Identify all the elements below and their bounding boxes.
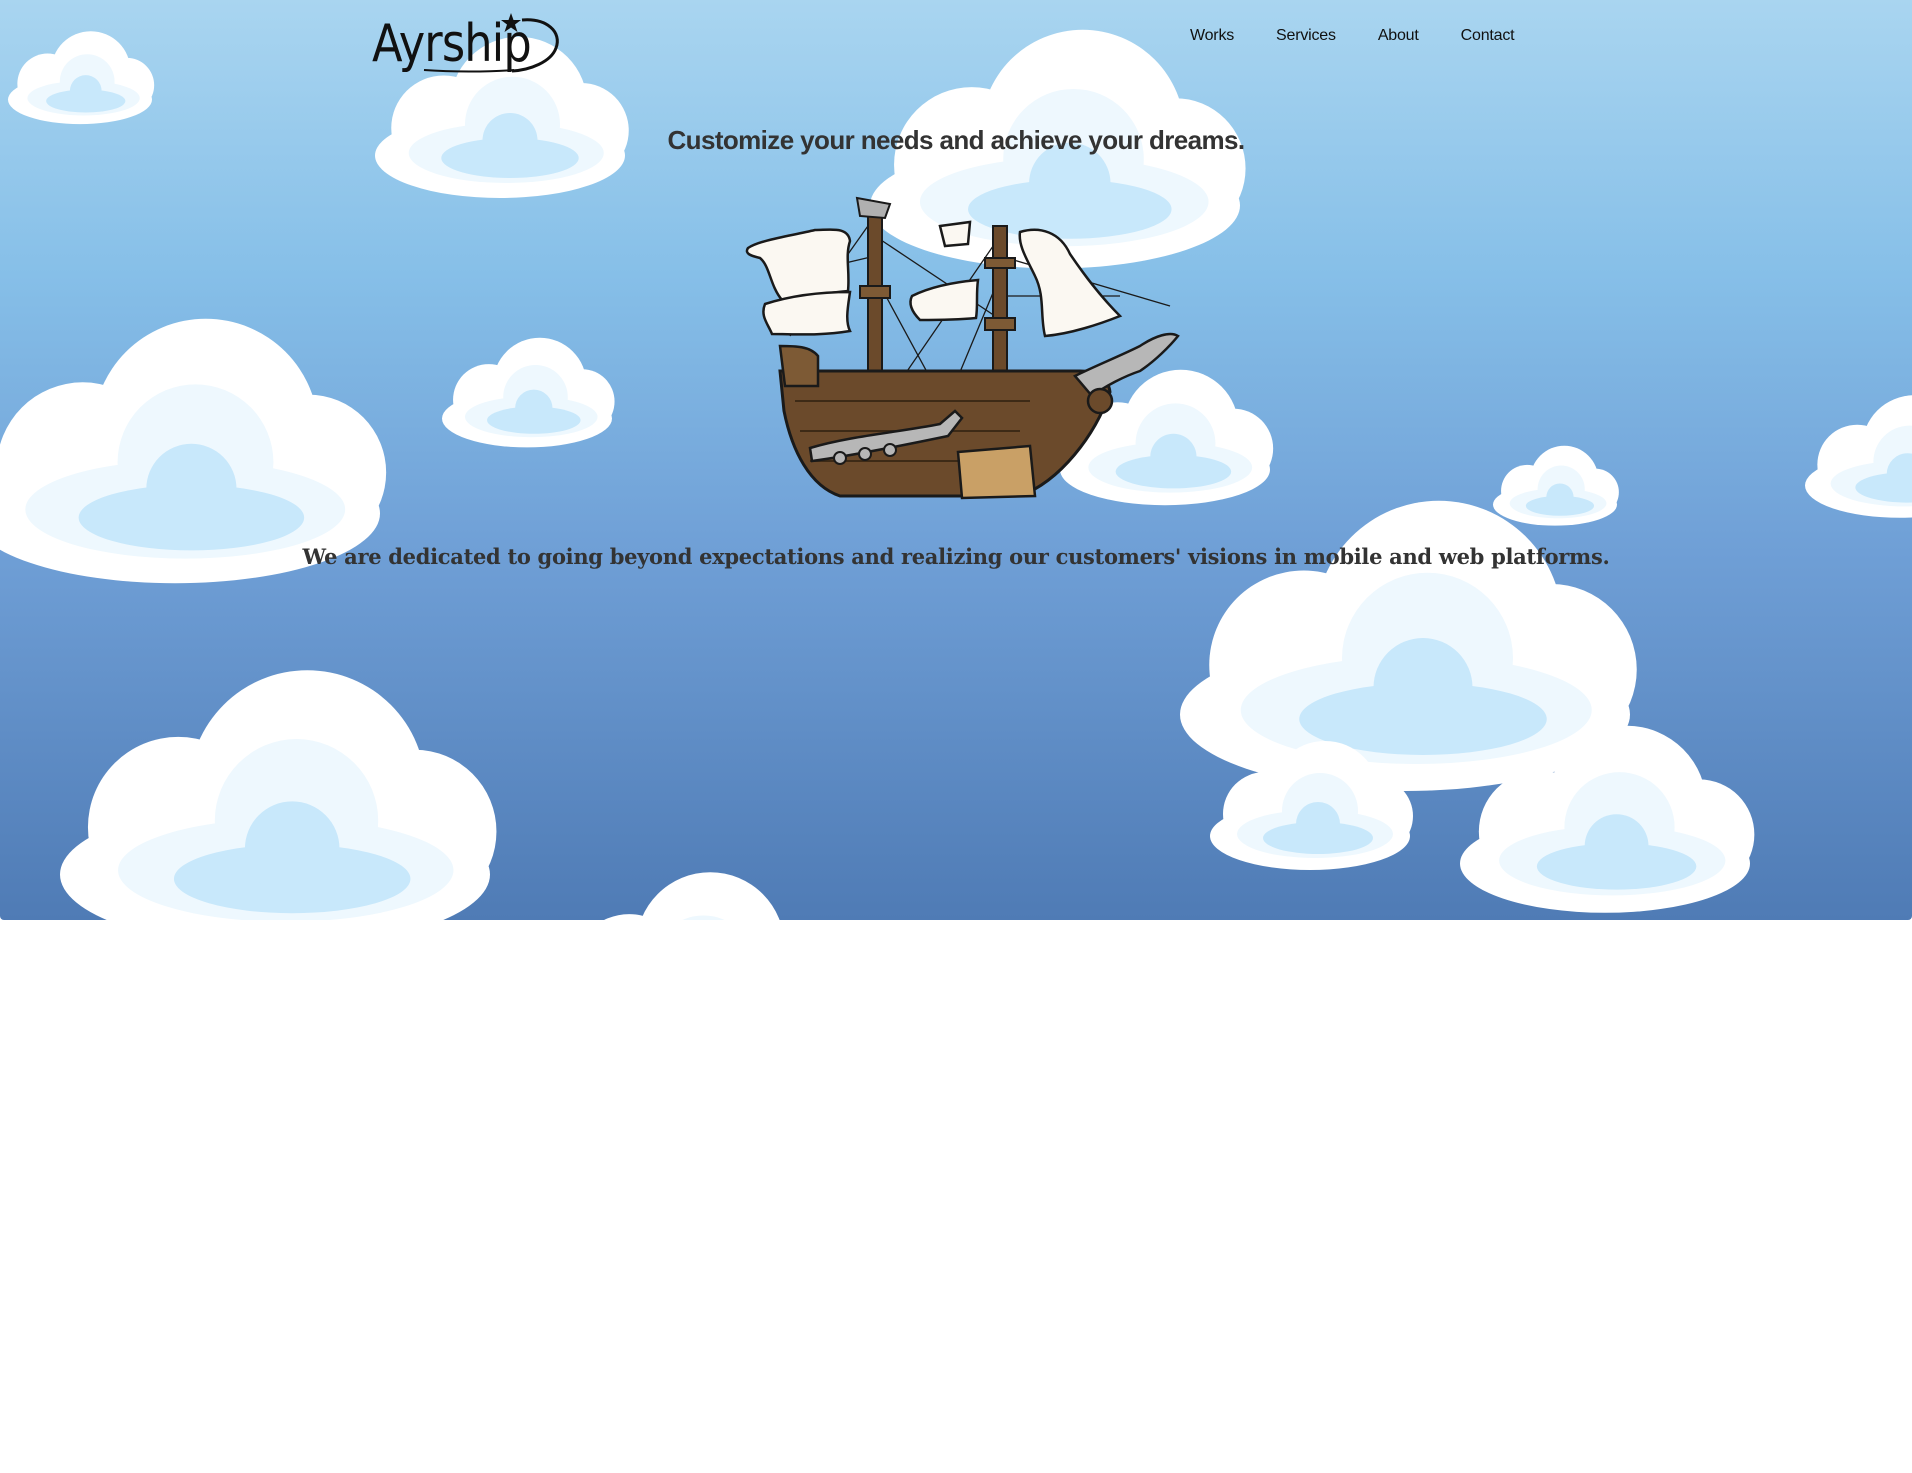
cloud <box>1805 395 1912 518</box>
cloud <box>8 31 155 125</box>
cloud <box>59 670 497 920</box>
nav-item-contact[interactable]: Contact <box>1461 27 1515 45</box>
airship-illustration <box>745 196 1180 500</box>
main-nav: Works Services About Contact <box>1190 27 1556 45</box>
logo-swoosh <box>423 18 559 73</box>
nav-item-works[interactable]: Works <box>1190 27 1234 45</box>
hero-mission-statement: We are dedicated to going beyond expecta… <box>302 544 1610 569</box>
hero-tagline: Customize your needs and achieve your dr… <box>667 125 1246 155</box>
brand-logo[interactable]: Ayrship <box>372 12 572 84</box>
cloud <box>442 337 615 448</box>
nav-item-about[interactable]: About <box>1378 27 1419 45</box>
cloud <box>555 872 830 920</box>
nav-item-services[interactable]: Services <box>1276 27 1336 45</box>
hero-section: Ayrship Works Services About Contact Cus… <box>0 0 1912 920</box>
cloud <box>1493 445 1619 526</box>
